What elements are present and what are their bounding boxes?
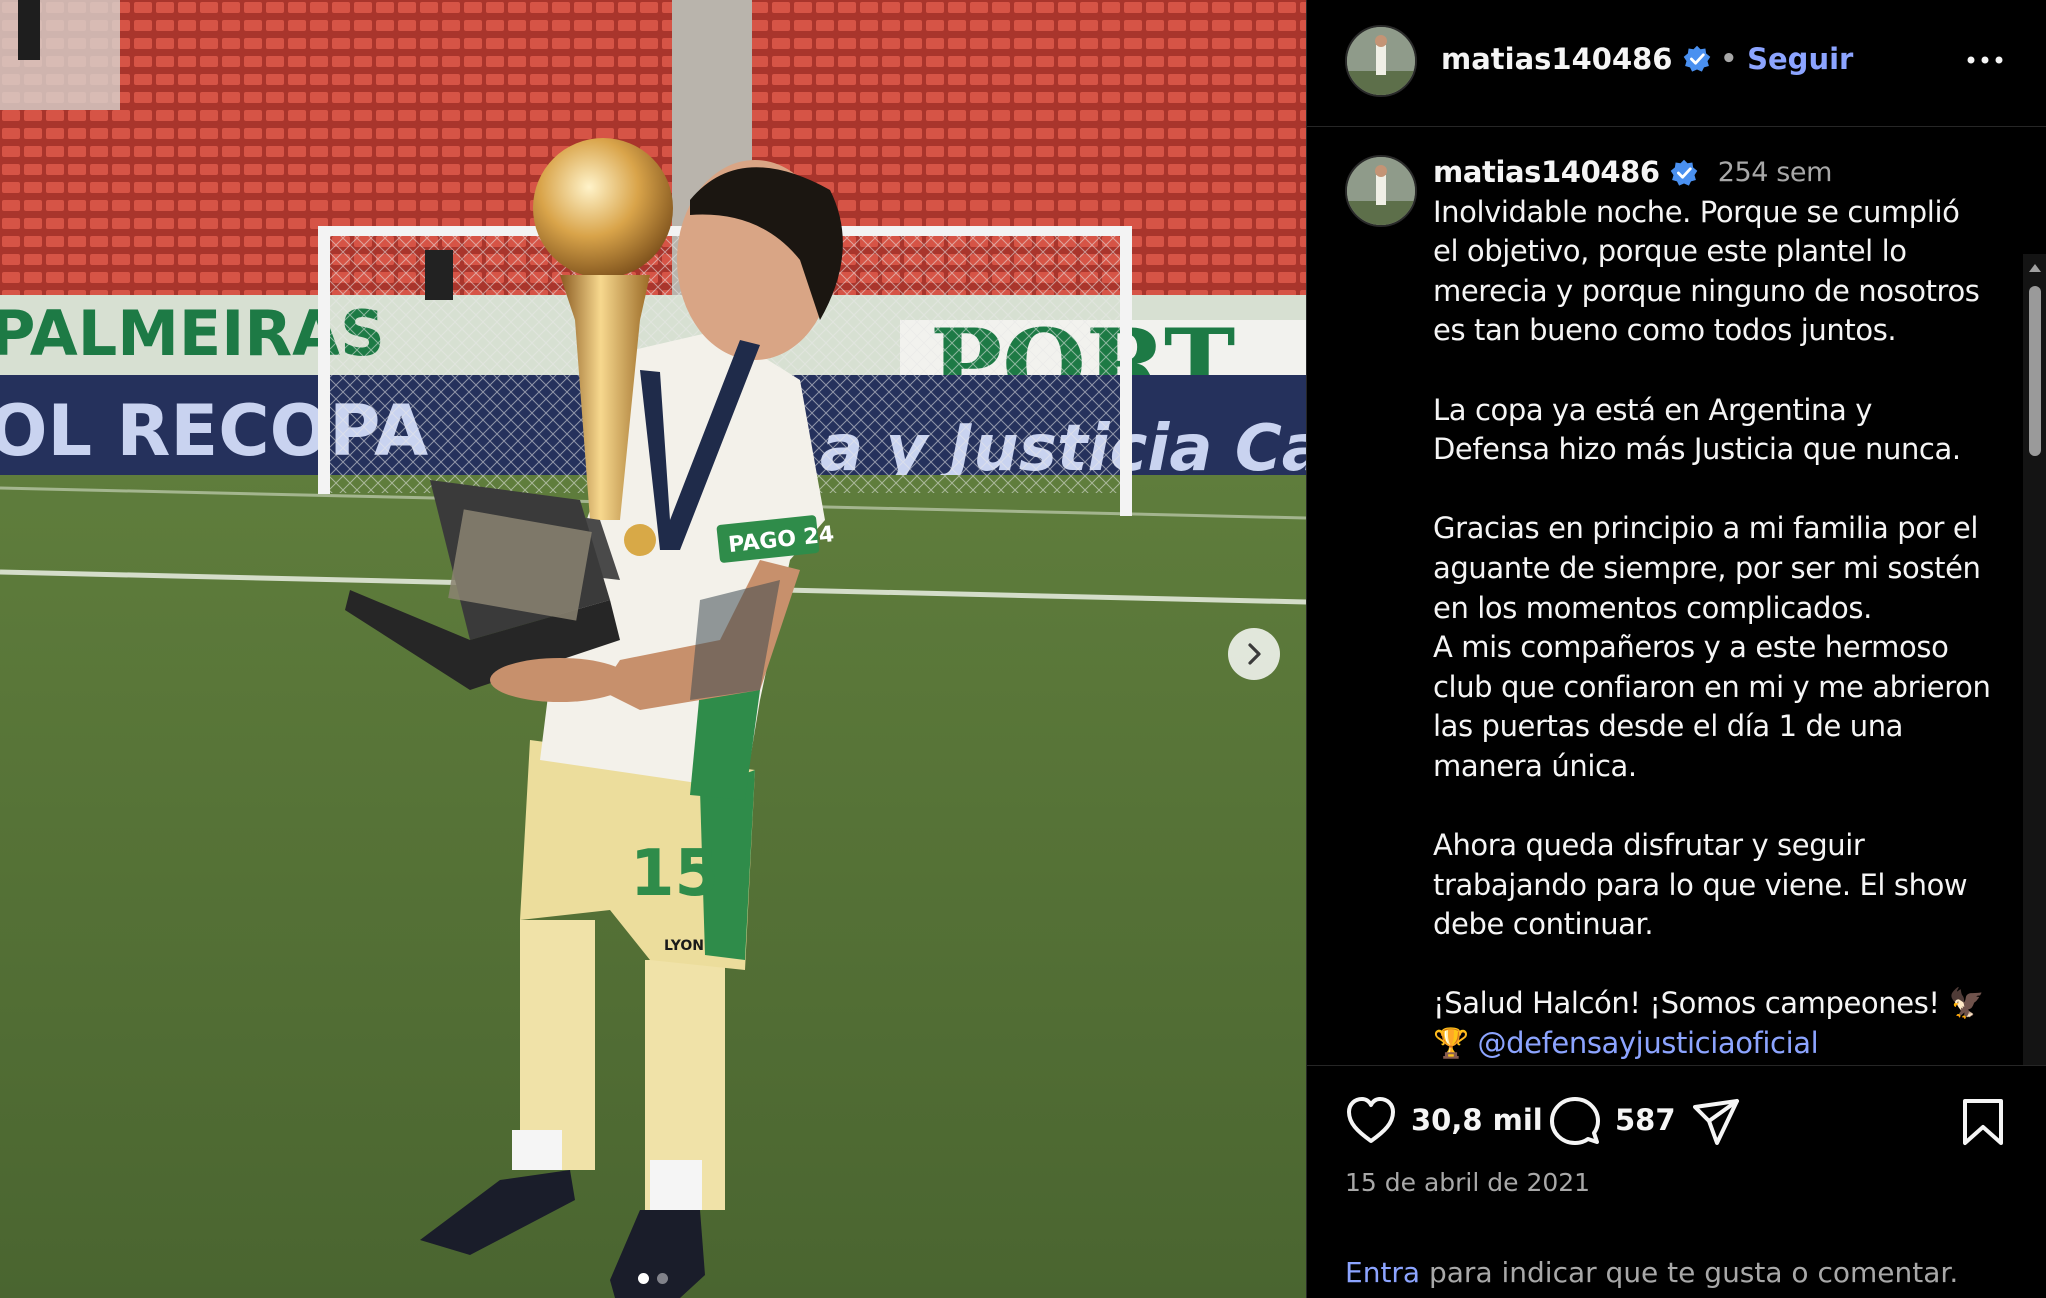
login-prompt: Entra para indicar que te gusta o coment… bbox=[1345, 1256, 1958, 1289]
avatar-image bbox=[1347, 27, 1415, 95]
caption: matias140486 254 sem Inolvidable noche. … bbox=[1433, 153, 1993, 1064]
chevron-right-icon bbox=[1248, 643, 1261, 665]
caption-last-line: 🏆 @defensayjusticiaoficial bbox=[1433, 1024, 1993, 1064]
verified-badge-icon bbox=[1670, 159, 1698, 186]
caption-scrollbar[interactable] bbox=[2023, 254, 2046, 1065]
header-user-row: matias140486 • Seguir bbox=[1441, 42, 1853, 76]
login-prompt-text: para indicar que te gusta o comentar. bbox=[1420, 1256, 1959, 1289]
carousel-dot bbox=[657, 1273, 668, 1284]
mention-link[interactable]: @defensayjusticiaoficial bbox=[1478, 1026, 1819, 1060]
avatar[interactable] bbox=[1345, 25, 1417, 97]
post-date[interactable]: 15 de abril de 2021 bbox=[1345, 1168, 1590, 1197]
post-actions: 30,8 mil 587 15 de abril de 2021 Entra p… bbox=[1307, 1065, 2046, 1298]
caption-header: matias140486 254 sem bbox=[1433, 153, 1993, 193]
header-username[interactable]: matias140486 bbox=[1441, 42, 1673, 76]
photo-scene: PALMEIRAS PORT OL RECOPA a y Justicia Ca… bbox=[0, 0, 1306, 1298]
caption-timestamp[interactable]: 254 sem bbox=[1718, 153, 1833, 193]
shirt-number: 15 bbox=[630, 837, 719, 911]
scroll-up-arrow-icon[interactable] bbox=[2027, 260, 2043, 276]
header-separator: • bbox=[1720, 44, 1738, 74]
caption-paragraph: ¡Salud Halcón! ¡Somos campeones! 🦅 bbox=[1433, 986, 1985, 1021]
post-details-panel: matias140486 • Seguir matias140486 254 s… bbox=[1306, 0, 2046, 1298]
post-photo: PALMEIRAS PORT OL RECOPA a y Justicia Ca… bbox=[0, 0, 1306, 1298]
more-horizontal-icon[interactable] bbox=[1965, 46, 2005, 74]
share-icon[interactable] bbox=[1691, 1097, 1741, 1147]
caption-area: matias140486 254 sem Inolvidable noche. … bbox=[1307, 127, 2046, 1065]
like-count[interactable]: 30,8 mil bbox=[1411, 1103, 1543, 1137]
heart-icon[interactable] bbox=[1345, 1095, 1397, 1145]
caption-paragraph: Gracias en principio a mi familia por el… bbox=[1433, 511, 1981, 625]
trophy-emoji: 🏆 bbox=[1433, 1026, 1469, 1061]
bookmark-icon[interactable] bbox=[1961, 1097, 2005, 1147]
scroll-thumb[interactable] bbox=[2029, 286, 2041, 456]
carousel-dot-active bbox=[638, 1273, 649, 1284]
avatar-image bbox=[1347, 157, 1415, 225]
post-header: matias140486 • Seguir bbox=[1307, 0, 2046, 127]
comment-count[interactable]: 587 bbox=[1615, 1103, 1676, 1137]
next-photo-button[interactable] bbox=[1228, 628, 1280, 680]
verified-badge-icon bbox=[1683, 45, 1710, 72]
caption-username[interactable]: matias140486 bbox=[1433, 153, 1660, 193]
caption-paragraph: Ahora queda disfrutar y seguir trabajand… bbox=[1433, 828, 1968, 942]
caption-paragraph: Inolvidable noche. Porque se cumplió el … bbox=[1433, 194, 1980, 348]
follow-button[interactable]: Seguir bbox=[1747, 42, 1853, 76]
shorts-brand: LYON bbox=[664, 938, 704, 954]
comment-icon[interactable] bbox=[1549, 1095, 1601, 1147]
caption-avatar[interactable] bbox=[1345, 155, 1417, 227]
carousel-dots bbox=[0, 1273, 1306, 1284]
login-link[interactable]: Entra bbox=[1345, 1256, 1420, 1289]
caption-paragraph: La copa ya está en Argentina y Defensa h… bbox=[1433, 392, 1961, 467]
caption-paragraph: A mis compañeros y a este hermoso club q… bbox=[1433, 630, 1991, 783]
